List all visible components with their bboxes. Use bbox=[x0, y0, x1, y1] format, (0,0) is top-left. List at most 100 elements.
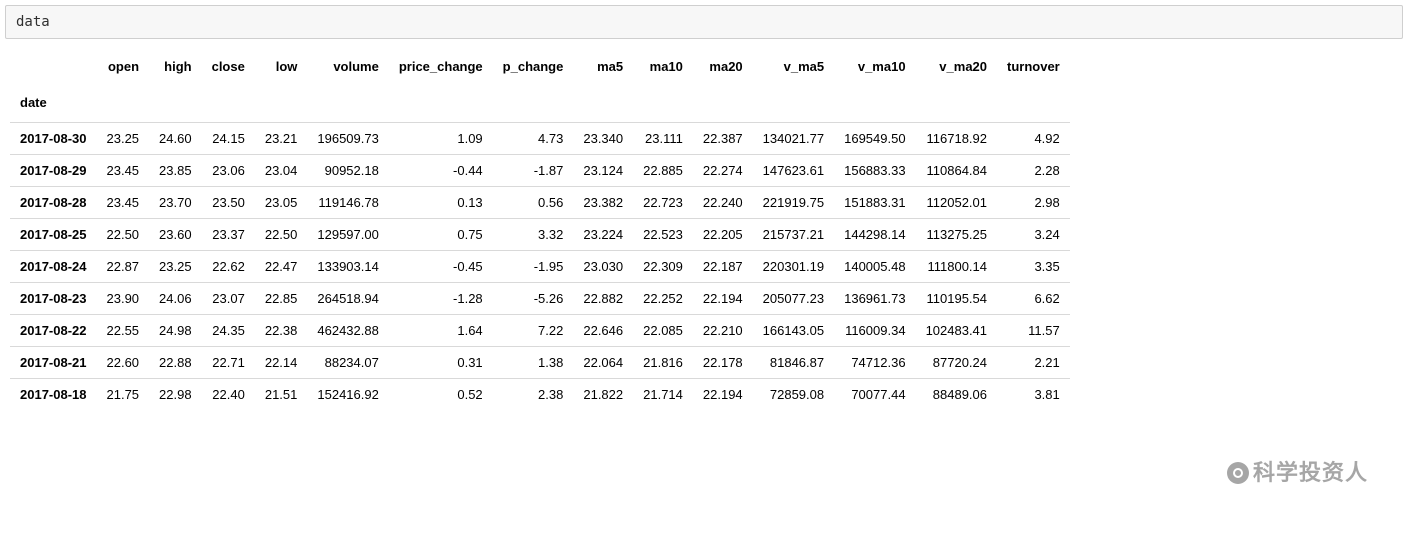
cell-ma10: 22.523 bbox=[633, 219, 693, 251]
cell-v_ma20: 88489.06 bbox=[916, 379, 997, 411]
output-area: openhighcloselowvolumeprice_changep_chan… bbox=[0, 39, 1408, 410]
cell-v_ma5: 72859.08 bbox=[753, 379, 834, 411]
cell-turnover: 11.57 bbox=[997, 315, 1070, 347]
row-index: 2017-08-21 bbox=[10, 347, 97, 379]
cell-ma5: 23.030 bbox=[573, 251, 633, 283]
cell-close: 23.07 bbox=[202, 283, 255, 315]
dataframe-table: openhighcloselowvolumeprice_changep_chan… bbox=[10, 49, 1070, 410]
code-input-cell[interactable]: data bbox=[5, 5, 1403, 39]
col-header-v_ma10: v_ma10 bbox=[834, 49, 915, 85]
cell-high: 23.85 bbox=[149, 155, 202, 187]
cell-volume: 152416.92 bbox=[307, 379, 388, 411]
cell-ma10: 22.085 bbox=[633, 315, 693, 347]
row-index: 2017-08-28 bbox=[10, 187, 97, 219]
cell-p_change: -5.26 bbox=[493, 283, 574, 315]
cell-ma10: 23.111 bbox=[633, 123, 693, 155]
cell-ma5: 23.382 bbox=[573, 187, 633, 219]
cell-open: 23.25 bbox=[97, 123, 150, 155]
cell-close: 22.71 bbox=[202, 347, 255, 379]
cell-close: 23.06 bbox=[202, 155, 255, 187]
cell-turnover: 3.81 bbox=[997, 379, 1070, 411]
cell-low: 22.38 bbox=[255, 315, 308, 347]
cell-price_change: -0.44 bbox=[389, 155, 493, 187]
cell-open: 22.87 bbox=[97, 251, 150, 283]
header-spacer bbox=[834, 85, 915, 123]
cell-turnover: 6.62 bbox=[997, 283, 1070, 315]
cell-open: 23.45 bbox=[97, 187, 150, 219]
col-header-low: low bbox=[255, 49, 308, 85]
cell-price_change: 0.13 bbox=[389, 187, 493, 219]
cell-volume: 196509.73 bbox=[307, 123, 388, 155]
cell-ma10: 22.885 bbox=[633, 155, 693, 187]
cell-ma20: 22.240 bbox=[693, 187, 753, 219]
cell-open: 21.75 bbox=[97, 379, 150, 411]
cell-ma10: 21.714 bbox=[633, 379, 693, 411]
cell-open: 23.90 bbox=[97, 283, 150, 315]
cell-ma20: 22.194 bbox=[693, 283, 753, 315]
cell-v_ma10: 70077.44 bbox=[834, 379, 915, 411]
table-row: 2017-08-2222.5524.9824.3522.38462432.881… bbox=[10, 315, 1070, 347]
row-index: 2017-08-29 bbox=[10, 155, 97, 187]
cell-p_change: 3.32 bbox=[493, 219, 574, 251]
cell-v_ma10: 140005.48 bbox=[834, 251, 915, 283]
cell-v_ma10: 144298.14 bbox=[834, 219, 915, 251]
cell-p_change: -1.87 bbox=[493, 155, 574, 187]
cell-ma5: 21.822 bbox=[573, 379, 633, 411]
cell-close: 23.50 bbox=[202, 187, 255, 219]
cell-close: 22.62 bbox=[202, 251, 255, 283]
cell-p_change: 7.22 bbox=[493, 315, 574, 347]
col-header-high: high bbox=[149, 49, 202, 85]
cell-price_change: 0.52 bbox=[389, 379, 493, 411]
cell-low: 21.51 bbox=[255, 379, 308, 411]
cell-open: 22.60 bbox=[97, 347, 150, 379]
cell-turnover: 3.35 bbox=[997, 251, 1070, 283]
cell-high: 24.06 bbox=[149, 283, 202, 315]
cell-v_ma20: 116718.92 bbox=[916, 123, 997, 155]
cell-volume: 462432.88 bbox=[307, 315, 388, 347]
column-header-row: openhighcloselowvolumeprice_changep_chan… bbox=[10, 49, 1070, 85]
cell-price_change: 1.64 bbox=[389, 315, 493, 347]
cell-low: 22.50 bbox=[255, 219, 308, 251]
cell-price_change: -1.28 bbox=[389, 283, 493, 315]
cell-v_ma5: 81846.87 bbox=[753, 347, 834, 379]
header-spacer bbox=[997, 85, 1070, 123]
cell-price_change: 1.09 bbox=[389, 123, 493, 155]
cell-ma5: 22.646 bbox=[573, 315, 633, 347]
cell-v_ma20: 102483.41 bbox=[916, 315, 997, 347]
header-spacer bbox=[389, 85, 493, 123]
header-spacer bbox=[149, 85, 202, 123]
cell-v_ma20: 110195.54 bbox=[916, 283, 997, 315]
header-blank bbox=[10, 49, 97, 85]
table-header: openhighcloselowvolumeprice_changep_chan… bbox=[10, 49, 1070, 123]
code-input-text: data bbox=[16, 14, 50, 30]
cell-v_ma5: 166143.05 bbox=[753, 315, 834, 347]
cell-close: 23.37 bbox=[202, 219, 255, 251]
col-header-open: open bbox=[97, 49, 150, 85]
table-row: 2017-08-2923.4523.8523.0623.0490952.18-0… bbox=[10, 155, 1070, 187]
cell-v_ma5: 205077.23 bbox=[753, 283, 834, 315]
header-spacer bbox=[202, 85, 255, 123]
cell-v_ma20: 112052.01 bbox=[916, 187, 997, 219]
cell-ma20: 22.274 bbox=[693, 155, 753, 187]
row-index: 2017-08-23 bbox=[10, 283, 97, 315]
cell-ma20: 22.194 bbox=[693, 379, 753, 411]
cell-high: 24.60 bbox=[149, 123, 202, 155]
cell-v_ma10: 136961.73 bbox=[834, 283, 915, 315]
cell-ma5: 22.064 bbox=[573, 347, 633, 379]
table-row: 2017-08-2823.4523.7023.5023.05119146.780… bbox=[10, 187, 1070, 219]
cell-high: 23.60 bbox=[149, 219, 202, 251]
table-row: 2017-08-2122.6022.8822.7122.1488234.070.… bbox=[10, 347, 1070, 379]
cell-ma5: 23.340 bbox=[573, 123, 633, 155]
row-index: 2017-08-22 bbox=[10, 315, 97, 347]
col-header-ma5: ma5 bbox=[573, 49, 633, 85]
cell-v_ma20: 87720.24 bbox=[916, 347, 997, 379]
cell-volume: 129597.00 bbox=[307, 219, 388, 251]
cell-volume: 264518.94 bbox=[307, 283, 388, 315]
header-spacer bbox=[573, 85, 633, 123]
cell-price_change: -0.45 bbox=[389, 251, 493, 283]
cell-v_ma5: 215737.21 bbox=[753, 219, 834, 251]
col-header-ma10: ma10 bbox=[633, 49, 693, 85]
cell-open: 22.55 bbox=[97, 315, 150, 347]
row-index: 2017-08-25 bbox=[10, 219, 97, 251]
cell-ma10: 22.252 bbox=[633, 283, 693, 315]
